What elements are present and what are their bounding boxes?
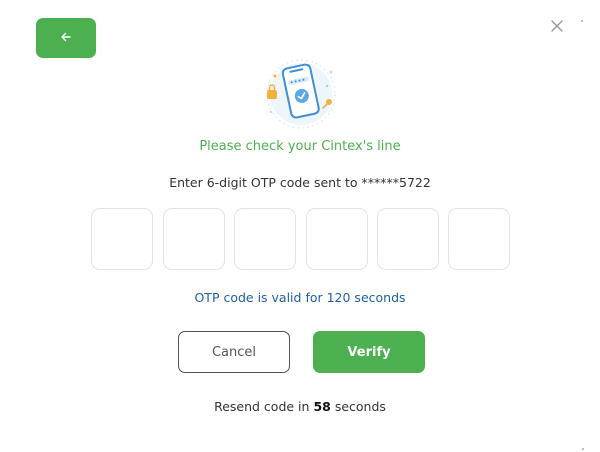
close-button[interactable]: [547, 17, 567, 37]
otp-instruction: Enter 6-digit OTP code sent to ******572…: [169, 175, 431, 190]
otp-digit-4[interactable]: [306, 208, 368, 270]
arrow-left-icon: [59, 29, 73, 48]
resend-seconds: 58: [313, 399, 331, 414]
close-icon: [550, 18, 564, 37]
otp-verification-modal: Please check your Cintex's line Enter 6-…: [0, 0, 600, 452]
otp-digit-6[interactable]: [448, 208, 510, 270]
resend-suffix: seconds: [334, 399, 386, 414]
headline: Please check your Cintex's line: [199, 139, 401, 154]
otp-digit-2[interactable]: [163, 208, 225, 270]
otp-digit-5[interactable]: [377, 208, 439, 270]
phone-verification-illustration: [261, 58, 341, 130]
back-button[interactable]: [36, 18, 96, 58]
otp-digit-3[interactable]: [234, 208, 296, 270]
verify-button[interactable]: Verify: [313, 331, 425, 373]
otp-digit-1[interactable]: [91, 208, 153, 270]
resend-prefix: Resend code in: [214, 399, 310, 414]
decorative-dot: [582, 448, 584, 450]
decorative-dot: [581, 20, 583, 22]
resend-countdown: Resend code in 58 seconds: [0, 399, 600, 414]
otp-validity-notice: OTP code is valid for 120 seconds: [194, 290, 406, 305]
cancel-button[interactable]: Cancel: [178, 331, 290, 373]
